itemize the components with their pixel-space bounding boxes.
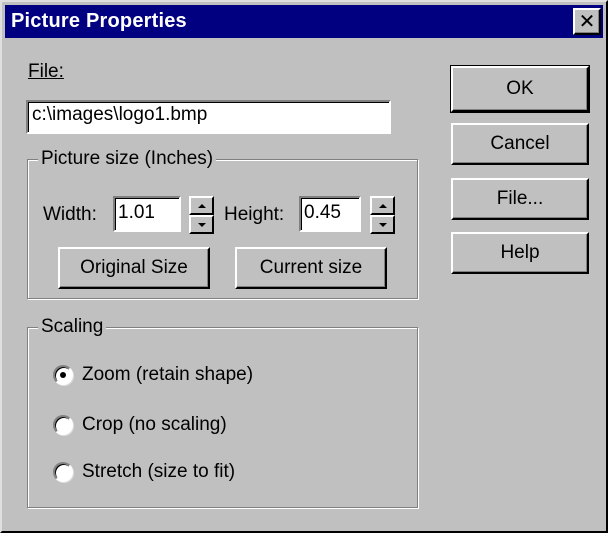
- radio-button[interactable]: [53, 462, 73, 482]
- picture-size-group: Picture size (Inches) Width: 1.01 Height…: [27, 148, 418, 299]
- radio-button-selected[interactable]: [53, 365, 73, 385]
- radio-zoom[interactable]: Zoom (retain shape): [53, 364, 253, 386]
- width-label: Width:: [43, 204, 97, 225]
- arrow-up-icon: [197, 203, 206, 208]
- arrow-down-icon: [197, 222, 206, 227]
- file-path-value: c:\images\logo1.bmp: [32, 104, 208, 125]
- picture-size-group-title: Picture size (Inches): [38, 148, 217, 170]
- close-icon: ✕: [578, 10, 596, 33]
- arrow-down-icon: [378, 222, 387, 227]
- current-size-button-label: Current size: [259, 257, 363, 278]
- width-value: 1.01: [118, 202, 155, 223]
- width-input[interactable]: 1.01: [113, 196, 181, 232]
- height-spin-up-button[interactable]: [370, 196, 395, 215]
- file-label-mnemonic: File:: [28, 61, 64, 82]
- close-button[interactable]: ✕: [573, 8, 601, 35]
- width-spin-down-button[interactable]: [189, 215, 214, 234]
- radio-zoom-label: Zoom (retain shape): [82, 364, 254, 385]
- radio-stretch[interactable]: Stretch (size to fit): [53, 461, 235, 483]
- width-spin-up-button[interactable]: [189, 196, 214, 215]
- help-button-label: Help: [500, 242, 540, 263]
- picture-properties-dialog: Picture Properties ✕ File: c:\images\log…: [0, 0, 608, 533]
- width-spinner[interactable]: [189, 196, 214, 234]
- scaling-group: Scaling Zoom (retain shape) Crop (no sca…: [27, 316, 418, 508]
- radio-crop[interactable]: Crop (no scaling): [53, 414, 227, 436]
- help-button[interactable]: Help: [451, 232, 589, 274]
- file-path-input[interactable]: c:\images\logo1.bmp: [26, 100, 391, 134]
- height-input[interactable]: 0.45: [299, 196, 361, 232]
- cancel-button-label: Cancel: [490, 133, 550, 154]
- radio-stretch-label: Stretch (size to fit): [82, 461, 236, 482]
- ok-button[interactable]: OK: [450, 65, 590, 113]
- radio-dot-icon: [60, 372, 66, 378]
- height-spin-down-button[interactable]: [370, 215, 395, 234]
- height-label: Height:: [224, 204, 285, 225]
- ok-button-label: OK: [506, 78, 534, 99]
- height-spinner[interactable]: [370, 196, 395, 234]
- radio-crop-label: Crop (no scaling): [82, 414, 227, 435]
- file-browse-button-label: File...: [496, 188, 544, 209]
- scaling-group-title: Scaling: [38, 316, 107, 338]
- radio-button[interactable]: [53, 415, 73, 435]
- title-bar[interactable]: Picture Properties ✕: [5, 5, 603, 38]
- original-size-button[interactable]: Original Size: [58, 247, 210, 289]
- file-browse-button[interactable]: File...: [451, 178, 589, 220]
- arrow-up-icon: [378, 203, 387, 208]
- file-label: File:: [28, 61, 64, 83]
- original-size-button-label: Original Size: [80, 257, 188, 278]
- cancel-button[interactable]: Cancel: [451, 123, 589, 165]
- height-value: 0.45: [304, 202, 341, 223]
- dialog-title: Picture Properties: [11, 10, 187, 32]
- current-size-button[interactable]: Current size: [235, 247, 387, 289]
